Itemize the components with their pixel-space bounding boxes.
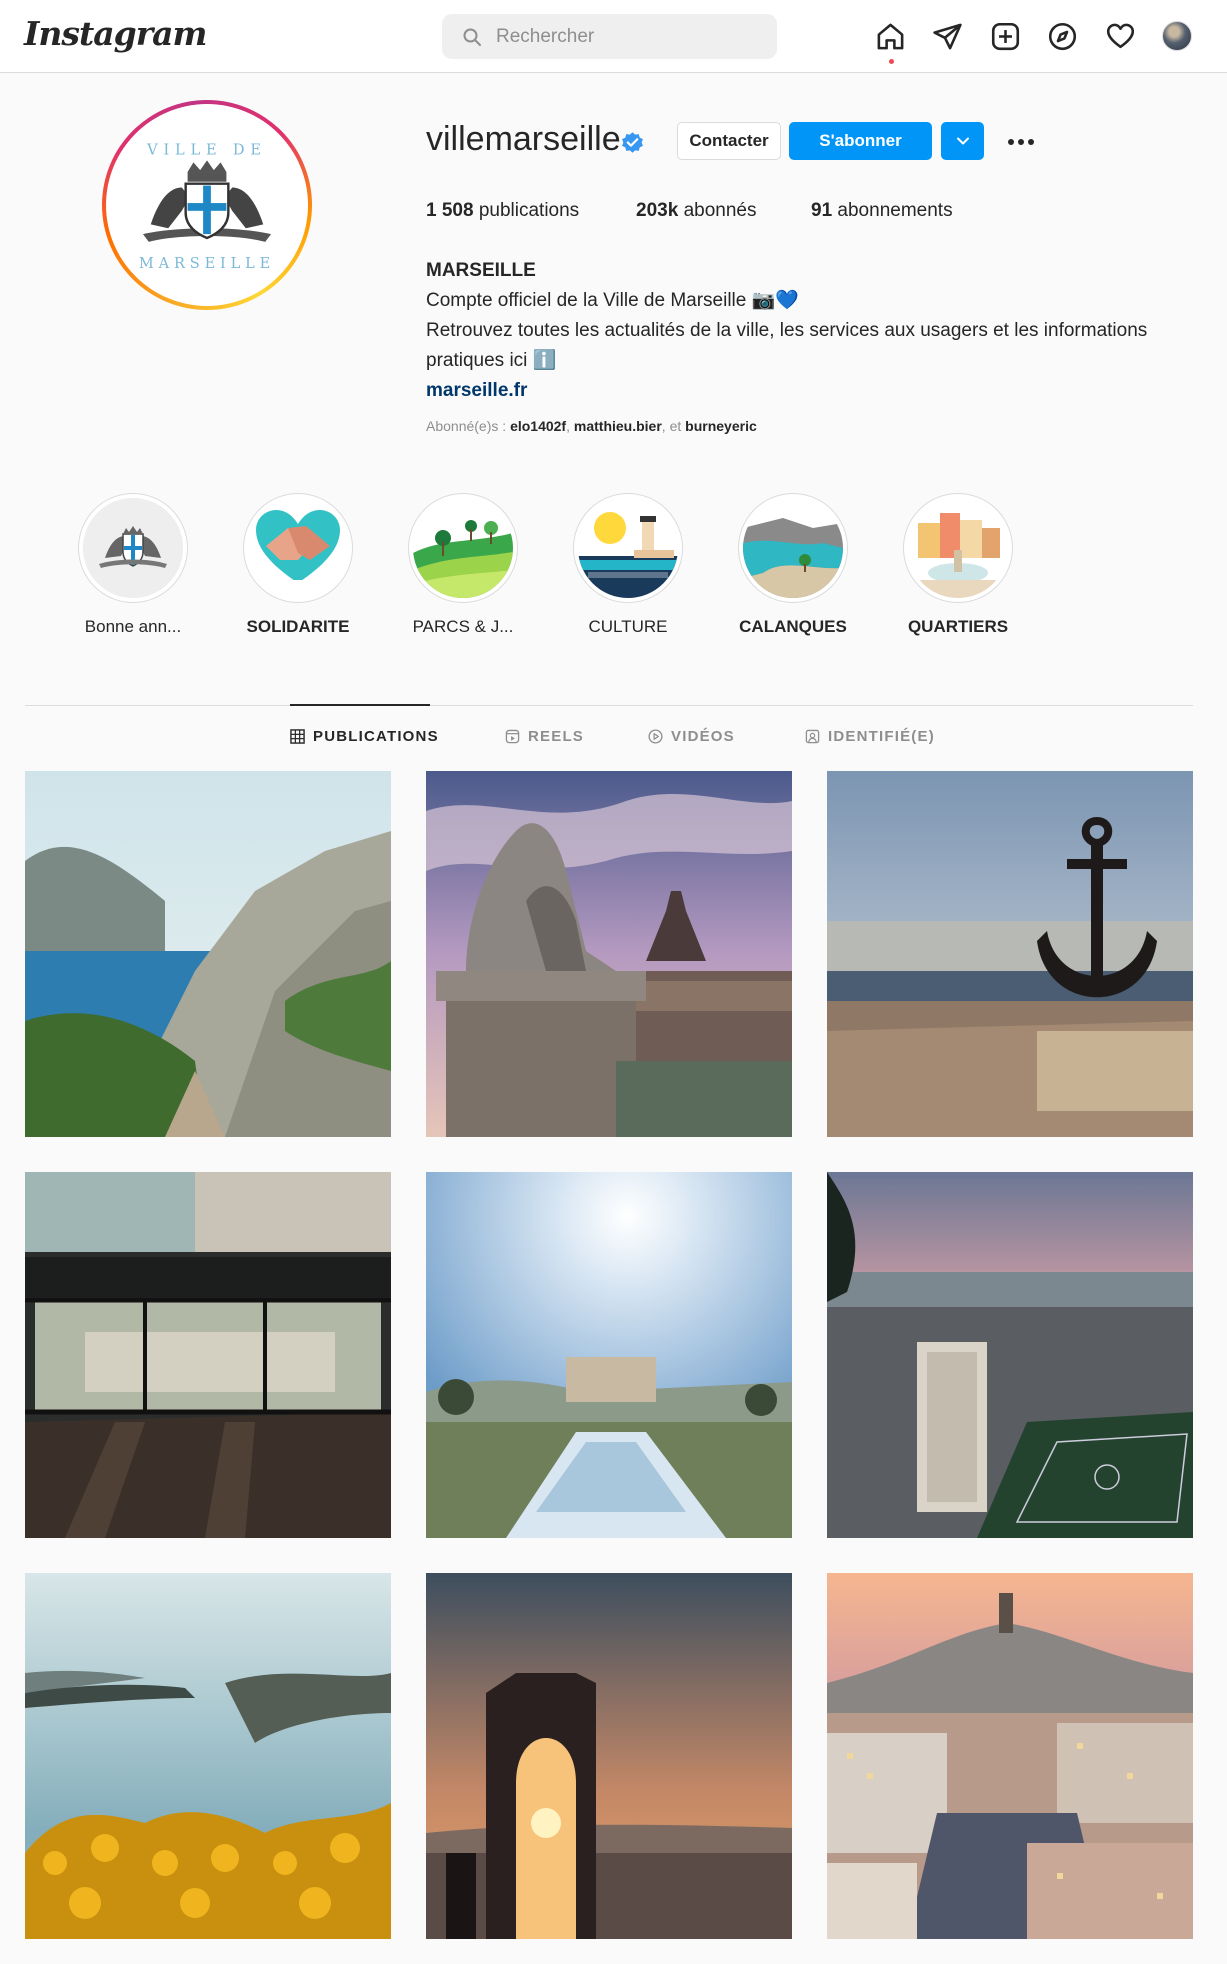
post-thumbnail[interactable] [25,771,391,1137]
post-image [426,1573,792,1939]
highlight-bonne-annee[interactable]: Bonne ann... [73,493,193,637]
search-icon [463,28,481,46]
verified-badge-icon [622,132,643,153]
post-thumbnail[interactable] [426,1172,792,1538]
calanques-coast-icon [743,498,843,598]
follower-link[interactable]: matthieu.bier [574,418,662,434]
website-link[interactable]: marseille.fr [426,376,1186,406]
post-image [25,1573,391,1939]
top-navigation: Instagram [0,0,1227,73]
contact-button[interactable]: Contacter [677,122,781,160]
post-image [25,771,391,1137]
play-icon [648,729,663,744]
post-image [827,1573,1193,1939]
park-trees-icon [413,498,513,598]
tab-videos[interactable]: VIDÉOS [648,728,735,745]
chevron-down-icon [956,137,969,145]
profile-username: villemarseille [426,120,621,158]
activity-icon[interactable] [1100,16,1140,56]
profile-bio: MARSEILLE Compte officiel de la Ville de… [426,256,1186,406]
post-image [426,1172,792,1538]
new-post-icon[interactable] [985,16,1025,56]
reels-icon [505,729,520,744]
lighthouse-sun-icon [578,498,678,598]
instagram-logo[interactable]: Instagram [24,14,207,53]
svg-text:MARSEILLE: MARSEILLE [139,255,275,272]
tagged-icon [805,729,820,744]
highlight-parcs[interactable]: PARCS & J... [403,493,523,637]
grid-icon [290,729,305,744]
explore-icon[interactable] [1042,16,1082,56]
highlight-calanques[interactable]: CALANQUES [733,493,853,637]
post-image [426,771,792,1137]
svg-text:VILLE DE: VILLE DE [146,142,267,159]
tabs-divider [25,705,1193,706]
active-tab-indicator [290,704,430,706]
following-link[interactable]: 91 abonnements [811,200,953,222]
posts-count: 1 508 publications [426,200,580,221]
post-thumbnail[interactable] [25,1172,391,1538]
home-icon[interactable] [870,16,910,56]
post-thumbnail[interactable] [25,1573,391,1939]
post-thumbnail[interactable] [426,771,792,1137]
tab-publications[interactable]: PUBLICATIONS [290,728,439,745]
followers-link[interactable]: 203k abonnés [636,200,756,222]
more-options-button[interactable] [1002,126,1040,158]
highlight-quartiers[interactable]: QUARTIERS [898,493,1018,637]
profile-display-name: MARSEILLE [426,260,536,281]
post-thumbnail[interactable] [827,1573,1193,1939]
follower-link[interactable]: burneyeric [685,418,757,434]
suggestions-dropdown-button[interactable] [941,122,984,160]
follower-link[interactable]: elo1402f [510,418,566,434]
handshake-heart-icon [248,498,348,598]
search-bar[interactable] [442,14,777,59]
home-active-dot [889,59,894,64]
post-image [25,1172,391,1538]
bio-line: Compte officiel de la Ville de Marseille… [426,290,799,311]
profile-avatar[interactable] [1162,21,1192,51]
follow-button[interactable]: S'abonner [789,122,932,160]
tab-tagged[interactable]: IDENTIFIÉ(E) [805,728,935,745]
direct-icon[interactable] [927,16,967,56]
highlight-solidarite[interactable]: SOLIDARITE [238,493,358,637]
more-horizontal-icon [1008,139,1034,145]
marseille-crest-logo: VILLE DE MARSEILLE [139,142,275,272]
city-crest-icon [83,498,183,598]
post-image [827,1172,1193,1538]
fountain-square-icon [908,498,1008,598]
post-thumbnail[interactable] [827,771,1193,1137]
highlight-culture[interactable]: CULTURE [568,493,688,637]
tab-reels[interactable]: REELS [505,728,584,745]
post-image [827,771,1193,1137]
bio-line: Retrouvez toutes les actualités de la vi… [426,320,1148,371]
post-thumbnail[interactable] [426,1573,792,1939]
post-thumbnail[interactable] [827,1172,1193,1538]
search-input[interactable] [496,25,756,48]
profile-picture[interactable]: VILLE DE MARSEILLE [102,100,312,310]
followed-by: Abonné(e)s : elo1402f, matthieu.bier, et… [426,418,757,434]
